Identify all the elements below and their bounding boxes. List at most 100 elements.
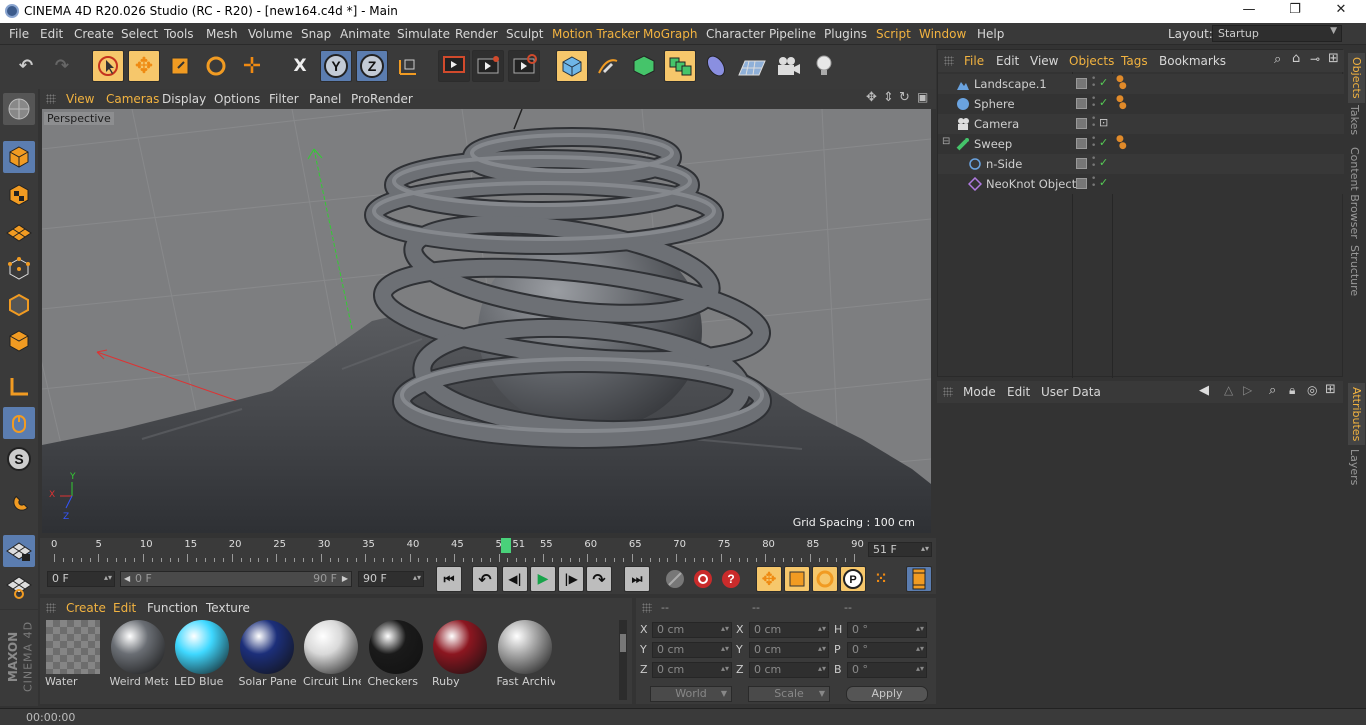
render-settings-icon[interactable] [508,50,540,82]
key-scale-icon[interactable] [784,566,810,592]
material-menu-create[interactable]: Create [66,601,106,615]
redo-button[interactable]: ↷ [46,50,78,82]
layer-swatch[interactable] [1076,158,1087,169]
floor-environment-icon[interactable] [736,50,768,82]
x-axis-lock-icon[interactable]: X [284,50,316,82]
preview-range-slider[interactable]: ◀ 0 F 90 F ▶ [120,571,352,587]
key-point-level-icon[interactable]: ⁙ [868,566,894,592]
material-swatch[interactable]: LED Blue [173,620,231,688]
panel-grip[interactable] [642,603,652,613]
tab-content-browser[interactable]: Content Browser [1348,147,1361,239]
material-swatch[interactable]: Weird Meta [109,620,168,688]
zoom-view-icon[interactable]: ⇕ [883,90,894,105]
enabled-checkmark-icon[interactable]: ✓ [1099,136,1108,149]
coordinate-system-dropdown[interactable]: World ▼ [650,686,732,702]
next-key-icon[interactable]: ↷ [586,566,612,592]
material-menu-texture[interactable]: Texture [206,601,250,615]
snap-toggle-icon[interactable]: S [3,443,35,475]
render-view-icon[interactable] [438,50,470,82]
object-name[interactable]: n-Side [986,157,1022,171]
objects-menu-bookmarks[interactable]: Bookmarks [1159,54,1226,68]
previous-key-icon[interactable]: ↶ [472,566,498,592]
menu-simulate[interactable]: Simulate [397,27,450,41]
next-frame-icon[interactable]: |▶ [558,566,584,592]
objects-menu-objects[interactable]: Objects [1069,54,1114,68]
menu-character[interactable]: Character [706,27,765,41]
keyframe-selection-icon[interactable]: ? [718,566,744,592]
menu-edit[interactable]: Edit [40,27,63,41]
tweak-mode-icon[interactable] [3,407,35,439]
timeline-window-icon[interactable] [906,566,932,592]
viewport-menu-options[interactable]: Options [214,92,260,106]
current-frame-field[interactable]: 51 F ▴▾ [868,542,932,557]
object-name[interactable]: NeoKnot Object [986,177,1076,191]
camera-icon[interactable] [772,50,804,82]
key-rotation-icon[interactable] [812,566,838,592]
collapse-icon[interactable]: ⊟ [942,136,950,147]
current-frame-marker[interactable] [501,538,512,553]
home-icon[interactable]: ⌂ [1292,51,1300,66]
object-row[interactable]: Landscape.1 • • ✓ ● ● [938,74,1344,94]
camera-target-icon[interactable]: ⊡ [1099,116,1108,129]
material-menu-function[interactable]: Function [147,601,198,615]
object-row[interactable]: Camera • • ⊡ [938,114,1344,134]
material-swatch[interactable]: Ruby [431,620,489,688]
subdivision-surface-icon[interactable] [628,50,660,82]
target-icon[interactable]: ◎ [1307,383,1317,397]
layer-swatch[interactable] [1076,138,1087,149]
edges-mode-icon[interactable] [3,289,35,321]
viewport-menu-filter[interactable]: Filter [269,92,299,106]
live-selection-icon[interactable] [92,50,124,82]
make-editable-icon[interactable] [3,93,35,125]
layer-swatch[interactable] [1076,78,1087,89]
restore-button[interactable]: ❐ [1272,2,1318,22]
cube-object-icon[interactable] [556,50,588,82]
layer-swatch[interactable] [1076,98,1087,109]
scale-tool-icon[interactable] [164,50,196,82]
pen-spline-icon[interactable] [592,50,624,82]
go-to-start-icon[interactable]: ⏮ [436,566,462,592]
phong-tag-icon[interactable]: ● ● [1116,135,1127,151]
objects-menu-tags[interactable]: Tags [1121,54,1148,68]
coordinate-system-icon[interactable] [392,50,424,82]
planar-workplane-icon[interactable] [3,571,35,603]
material-scrollbar[interactable] [619,620,627,700]
start-frame-field[interactable]: 0 F ▴▾ [47,571,115,587]
key-position-icon[interactable]: ✥ [756,566,782,592]
previous-frame-icon[interactable]: ◀| [502,566,528,592]
move-view-icon[interactable]: ✥ [866,90,877,105]
move-tool-icon[interactable]: ✥ [128,50,160,82]
new-window-icon[interactable]: ⊞ [1325,382,1336,397]
tab-objects[interactable]: Objects [1348,53,1365,103]
perspective-viewport[interactable]: Perspective Grid Spacing : 100 cm Y X Z [42,109,931,533]
workplane-mode-icon[interactable] [3,215,35,247]
end-frame-field[interactable]: 90 F ▴▾ [358,571,424,587]
phong-tag-icon[interactable]: ● ● [1116,95,1127,111]
enabled-checkmark-icon[interactable]: ✓ [1099,176,1108,189]
back-arrow-icon[interactable]: ◀ [1199,383,1209,398]
close-button[interactable]: ✕ [1318,2,1364,22]
menu-render[interactable]: Render [455,27,498,41]
panel-grip[interactable] [944,56,954,66]
light-icon[interactable] [808,50,840,82]
layer-swatch[interactable] [1076,118,1087,129]
attributes-menu-user-data[interactable]: User Data [1041,385,1101,399]
menu-create[interactable]: Create [74,27,114,41]
z-axis-lock-icon[interactable]: Z [356,50,388,82]
object-row[interactable]: Sphere • • ✓ ● ● [938,94,1344,114]
enabled-checkmark-icon[interactable]: ✓ [1099,76,1108,89]
menu-pipeline[interactable]: Pipeline [769,27,816,41]
viewport-menu-display[interactable]: Display [162,92,206,106]
tab-layers[interactable]: Layers [1348,449,1361,485]
material-swatch[interactable]: Fast Archivi [496,620,555,688]
menu-script[interactable]: Script [876,27,911,41]
apply-button[interactable]: Apply [846,686,928,702]
locked-workplane-icon[interactable] [3,535,35,567]
autokeying-icon[interactable] [690,566,716,592]
texture-mode-icon[interactable] [3,179,35,211]
enable-snap-icon[interactable] [3,489,35,521]
render-picture-viewer-icon[interactable] [472,50,504,82]
coord-field[interactable]: 0 ° ▴▾ [847,662,927,678]
deformer-icon[interactable] [700,50,732,82]
menu-sculpt[interactable]: Sculpt [506,27,543,41]
